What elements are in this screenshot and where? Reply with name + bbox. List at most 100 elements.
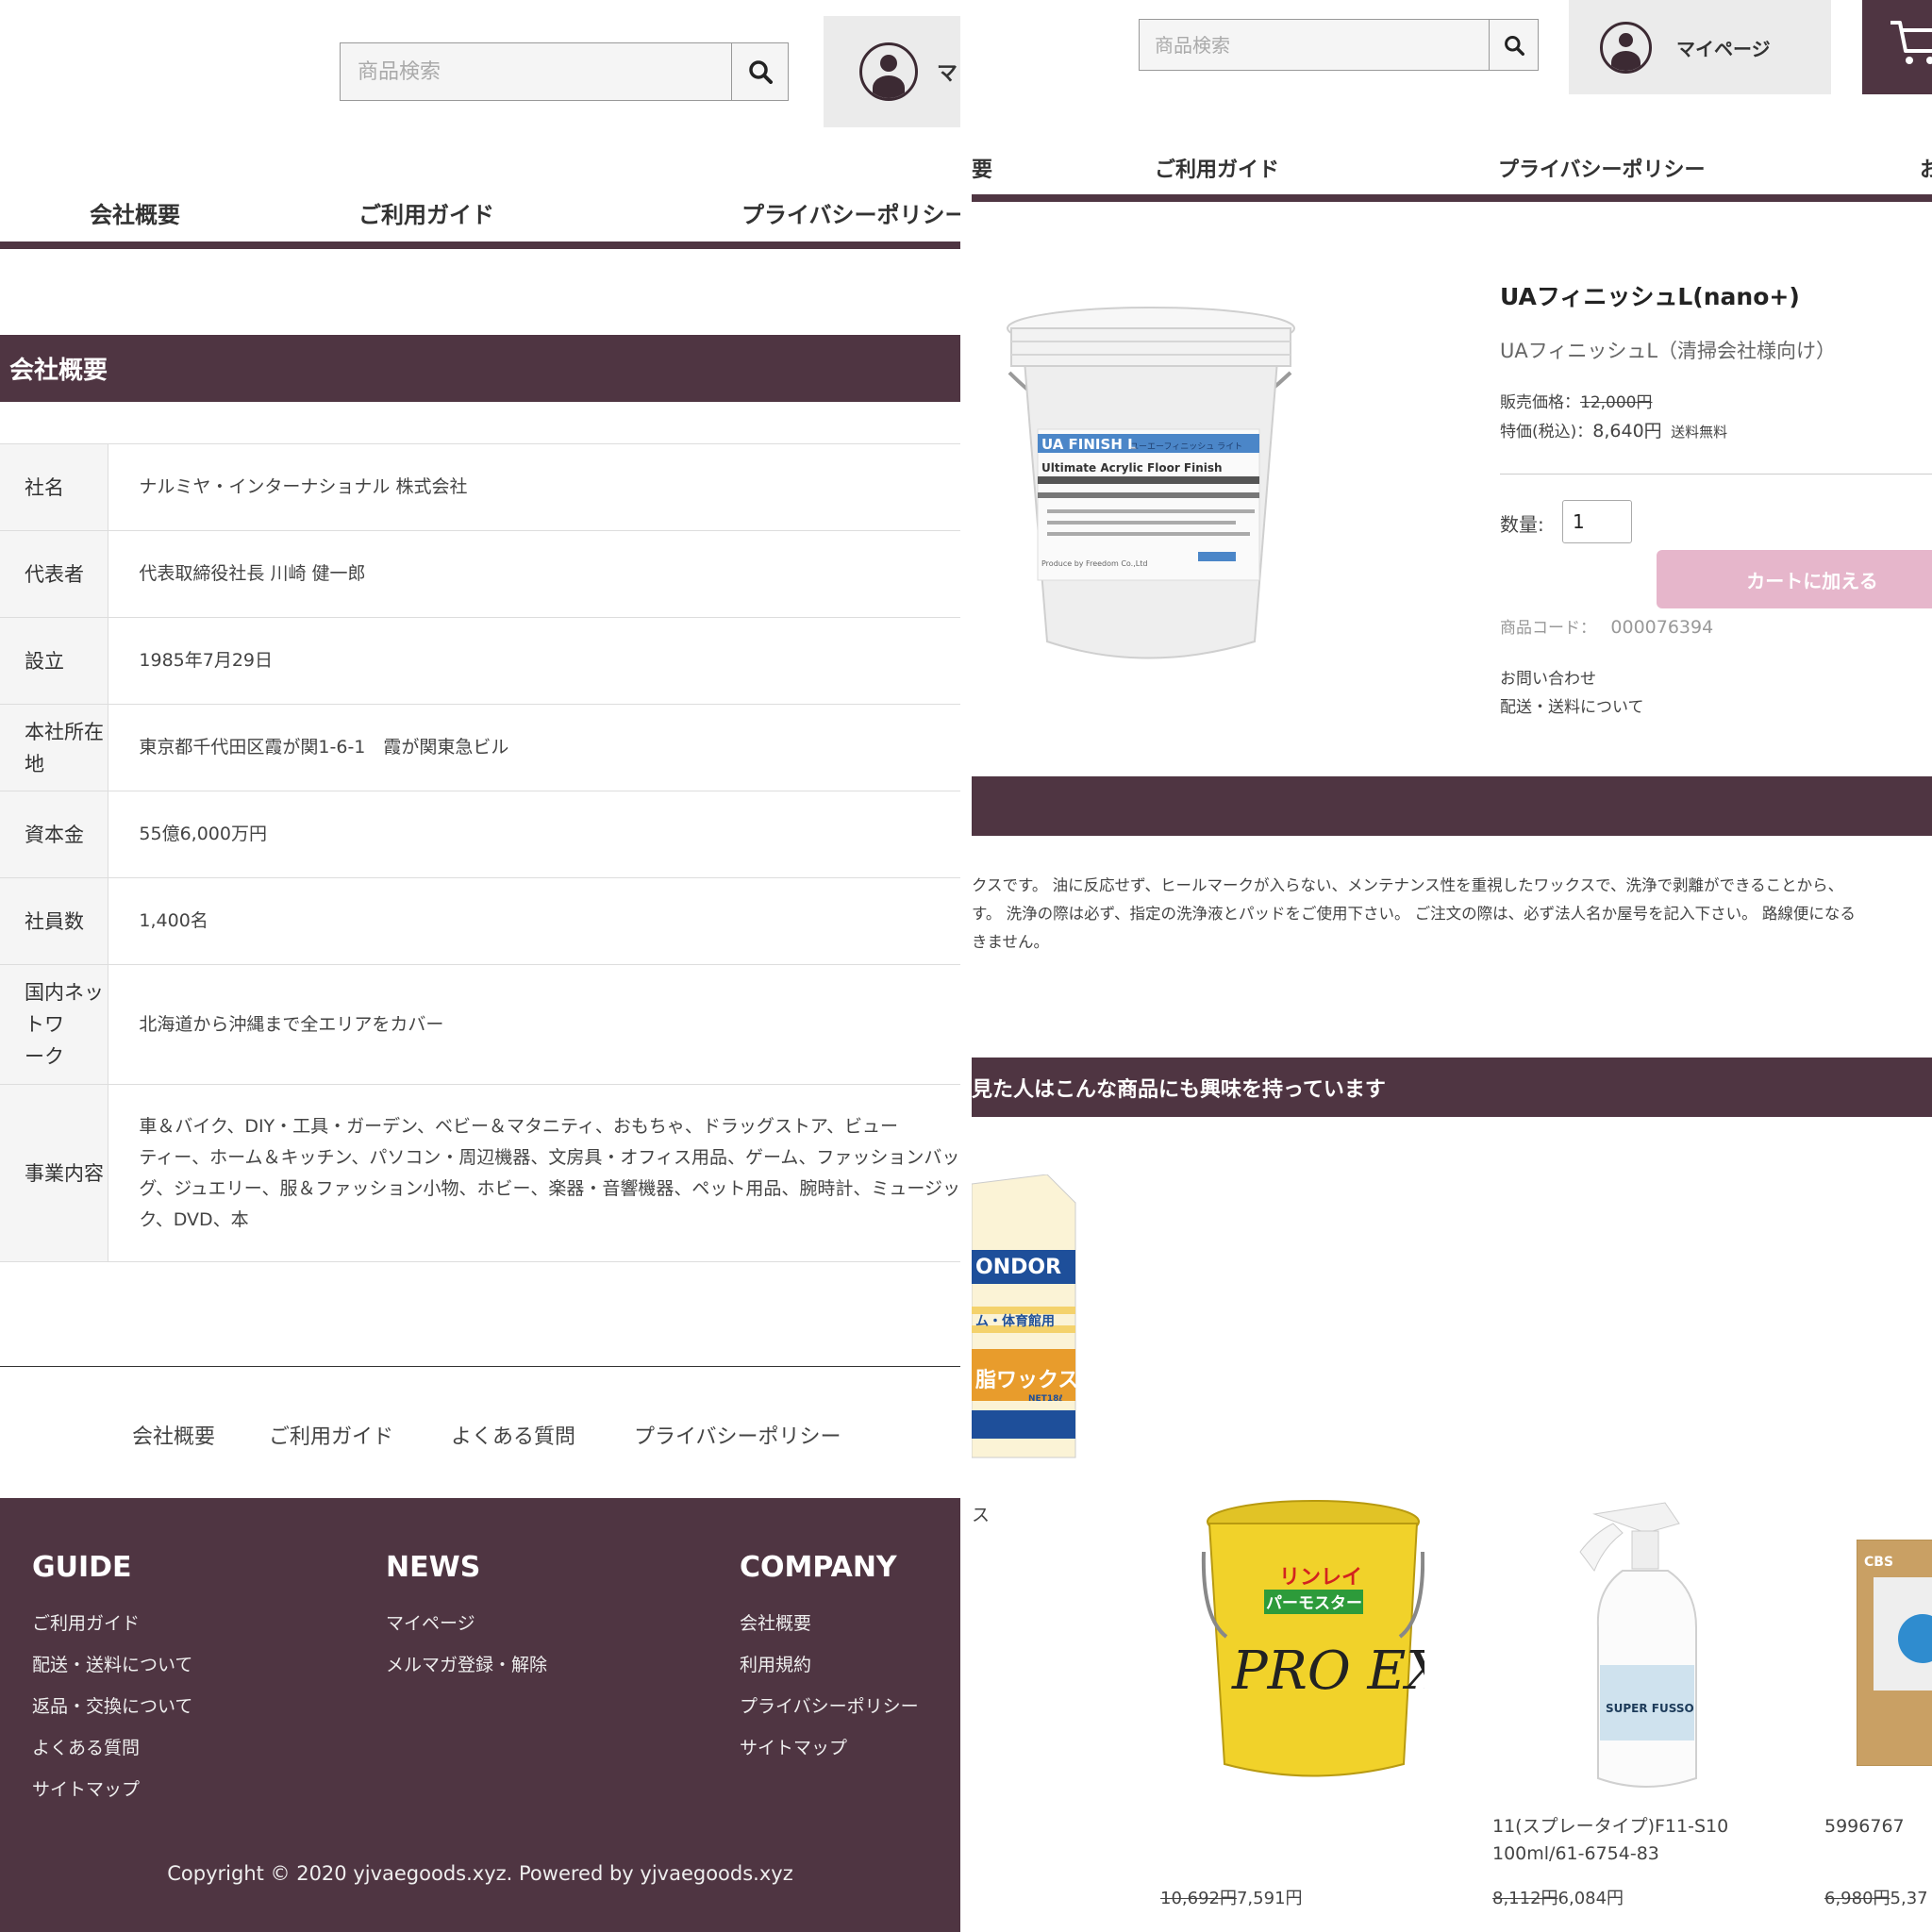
search-box bbox=[1139, 19, 1539, 71]
row-value: 1,400名 bbox=[108, 877, 960, 965]
footer-link-faq[interactable]: よくある質問 bbox=[451, 1420, 575, 1450]
nav-guide[interactable]: ご利用ガイド bbox=[358, 196, 494, 229]
cart-icon bbox=[1890, 21, 1932, 64]
quantity-input[interactable] bbox=[1562, 500, 1632, 543]
description-bar bbox=[972, 776, 1932, 836]
mypage-button[interactable]: マ bbox=[824, 16, 960, 127]
search-input[interactable] bbox=[1140, 20, 1489, 70]
table-row: 国内ネットワ ーク 北海道から沖縄まで全エリアをカバー bbox=[0, 964, 960, 1085]
svg-text:リンレイ: リンレイ bbox=[1279, 1566, 1362, 1590]
search-input[interactable] bbox=[341, 43, 731, 100]
row-value: ナルミヤ・インターナショナル 株式会社 bbox=[108, 443, 960, 531]
section-title-bar: 会社概要 bbox=[0, 335, 960, 402]
row-label: 代表者 bbox=[0, 530, 109, 618]
product-description: クスです。 油に反応せず、ヒールマークが入らない、メンテナンス性を重視したワック… bbox=[972, 876, 1856, 951]
recommend-product-image: ONDOR ム・体育館用 脂ワックス NET18ℓ bbox=[972, 1174, 1077, 1458]
recommend-title: 見た人はこんな商品にも興味を持っています bbox=[972, 1077, 1386, 1102]
footer-link-guide[interactable]: ご利用ガイド bbox=[269, 1420, 393, 1450]
footer-company-item[interactable]: 利用規約 bbox=[740, 1651, 811, 1676]
nav-guide[interactable]: ご利用ガイド bbox=[1155, 153, 1279, 183]
quantity-label: 数量: bbox=[1500, 513, 1544, 536]
table-row: 事業内容 車＆バイク、DIY・工具・ガーデン、ベビー＆マタニティ、おもちゃ、ドラ… bbox=[0, 1084, 960, 1262]
mypage-label: マイページ bbox=[1676, 37, 1771, 60]
nav-underline bbox=[0, 242, 960, 249]
nav-privacy[interactable]: プライバシーポリシー bbox=[741, 196, 960, 229]
inquiry-link[interactable]: お問い合わせ bbox=[1500, 665, 1596, 689]
nav-more[interactable]: お bbox=[1920, 153, 1932, 183]
footer-guide-item[interactable]: 配送・送料について bbox=[32, 1651, 192, 1676]
svg-text:Produce by Freedom Co.,Ltd: Produce by Freedom Co.,Ltd bbox=[1041, 559, 1147, 568]
row-value: 1985年7月29日 bbox=[108, 617, 960, 705]
footer-company-title: COMPANY bbox=[740, 1551, 897, 1584]
footer-company-item[interactable]: プライバシーポリシー bbox=[740, 1692, 919, 1718]
recommend-price: 6,980円5,37 bbox=[1824, 1889, 1928, 1908]
user-icon bbox=[859, 42, 918, 101]
cart-button[interactable] bbox=[1862, 0, 1932, 94]
regular-price: 販売価格：12,000円 bbox=[1500, 393, 1653, 412]
recommend-product-image[interactable]: CBS bbox=[1857, 1540, 1932, 1766]
search-icon bbox=[748, 60, 773, 84]
footer-guide-item[interactable]: 返品・交換について bbox=[32, 1692, 192, 1718]
row-label: 社員数 bbox=[0, 877, 109, 965]
footer-company-item[interactable]: サイトマップ bbox=[740, 1734, 847, 1759]
search-button[interactable] bbox=[731, 43, 788, 100]
footer-guide-item[interactable]: よくある質問 bbox=[32, 1734, 140, 1759]
recommend-caption: 11(スプレータイプ)F11-S10 100ml/61-6754-83 bbox=[1492, 1816, 1729, 1864]
svg-text:PRO EX: PRO EX bbox=[1231, 1641, 1424, 1702]
svg-text:ム・体育館用: ム・体育館用 bbox=[975, 1313, 1055, 1329]
row-value: 東京都千代田区霞が関1-6-1 霞が関東急ビル bbox=[108, 704, 960, 791]
svg-text:SUPER FUSSO: SUPER FUSSO bbox=[1606, 1702, 1694, 1715]
svg-text:パーモスター: パーモスター bbox=[1266, 1594, 1362, 1613]
recommend-product-image[interactable]: リンレイ パーモスター PRO EX bbox=[1198, 1495, 1424, 1788]
pane-divider bbox=[960, 0, 972, 1932]
row-value: 代表取締役社長 川崎 健一郎 bbox=[108, 530, 960, 618]
footer-link-privacy[interactable]: プライバシーポリシー bbox=[634, 1420, 841, 1450]
footer-news-item[interactable]: メルマガ登録・解除 bbox=[386, 1651, 547, 1676]
product-title: UAフィニッシュL(nano+) bbox=[1500, 283, 1800, 310]
table-row: 代表者 代表取締役社長 川崎 健一郎 bbox=[0, 530, 960, 618]
product-subtitle: UAフィニッシュL（清掃会社様向け） bbox=[1500, 340, 1837, 362]
table-row: 本社所在地 東京都千代田区霞が関1-6-1 霞が関東急ビル bbox=[0, 704, 960, 791]
svg-text:ユーエーフィニッシュ ライト: ユーエーフィニッシュ ライト bbox=[1130, 441, 1242, 452]
nav-privacy[interactable]: プライバシーポリシー bbox=[1498, 153, 1706, 183]
footer-link-row: 会社概要 ご利用ガイド よくある質問 プライバシーポリシー bbox=[0, 1366, 960, 1498]
svg-text:脂ワックス: 脂ワックス bbox=[975, 1368, 1077, 1392]
product-image: UA FINISH L ユーエーフィニッシュ ライト Ultimate Acry… bbox=[1007, 307, 1295, 659]
svg-text:Ultimate Acrylic Floor Finish: Ultimate Acrylic Floor Finish bbox=[1041, 461, 1223, 475]
recommend-price: 10,692円7,591円 bbox=[1160, 1889, 1303, 1908]
search-button[interactable] bbox=[1489, 20, 1538, 70]
nav-company[interactable]: 要 bbox=[972, 153, 992, 183]
nav-company[interactable]: 会社概要 bbox=[90, 196, 180, 229]
footer-news-item[interactable]: マイページ bbox=[386, 1609, 475, 1635]
footer-company-item[interactable]: 会社概要 bbox=[740, 1609, 811, 1635]
search-box bbox=[340, 42, 789, 101]
site-footer: GUIDE ご利用ガイド 配送・送料について 返品・交換について よくある質問 … bbox=[0, 1498, 960, 1932]
row-label: 社名 bbox=[0, 443, 109, 531]
main-nav: 会社概要 ご利用ガイド プライバシーポリシー bbox=[0, 189, 960, 236]
section-title: 会社概要 bbox=[9, 357, 108, 385]
user-icon bbox=[1600, 21, 1652, 74]
add-to-cart-button[interactable]: カートに加える bbox=[1657, 550, 1932, 608]
nav-underline bbox=[972, 194, 1932, 202]
recommend-product-image[interactable]: SUPER FUSSO bbox=[1575, 1495, 1717, 1797]
price-divider bbox=[1500, 474, 1932, 475]
table-row: 社名 ナルミヤ・インターナショナル 株式会社 bbox=[0, 443, 960, 531]
table-row: 設立 1985年7月29日 bbox=[0, 617, 960, 705]
mypage-button[interactable]: マイページ bbox=[1569, 0, 1831, 94]
footer-guide-item[interactable]: ご利用ガイド bbox=[32, 1609, 140, 1635]
row-value: 車＆バイク、DIY・工具・ガーデン、ベビー＆マタニティ、おもちゃ、ドラッグストア… bbox=[108, 1084, 960, 1262]
product-page-pane: マイページ 要 ご利用ガイド プライバシーポリシー お UA FINISH L … bbox=[972, 0, 1932, 1932]
row-label: 本社所在地 bbox=[0, 704, 109, 791]
footer-guide-title: GUIDE bbox=[32, 1551, 132, 1584]
shipping-link[interactable]: 配送・送料について bbox=[1500, 693, 1644, 717]
row-label: 設立 bbox=[0, 617, 109, 705]
company-info-table: 社名 ナルミヤ・インターナショナル 株式会社 代表者 代表取締役社長 川崎 健一… bbox=[0, 443, 960, 1262]
table-row: 社員数 1,400名 bbox=[0, 877, 960, 965]
footer-guide-item[interactable]: サイトマップ bbox=[32, 1775, 140, 1801]
footer-link-company[interactable]: 会社概要 bbox=[132, 1420, 215, 1450]
company-page-pane: マ 会社概要 ご利用ガイド プライバシーポリシー 会社概要 社名 ナルミヤ・イン… bbox=[0, 0, 960, 1932]
svg-text:NET18ℓ: NET18ℓ bbox=[1028, 1394, 1063, 1404]
main-nav: 要 ご利用ガイド プライバシーポリシー お bbox=[972, 149, 1932, 187]
table-row: 資本金 55億6,000万円 bbox=[0, 791, 960, 878]
mypage-label: マ bbox=[937, 62, 958, 86]
